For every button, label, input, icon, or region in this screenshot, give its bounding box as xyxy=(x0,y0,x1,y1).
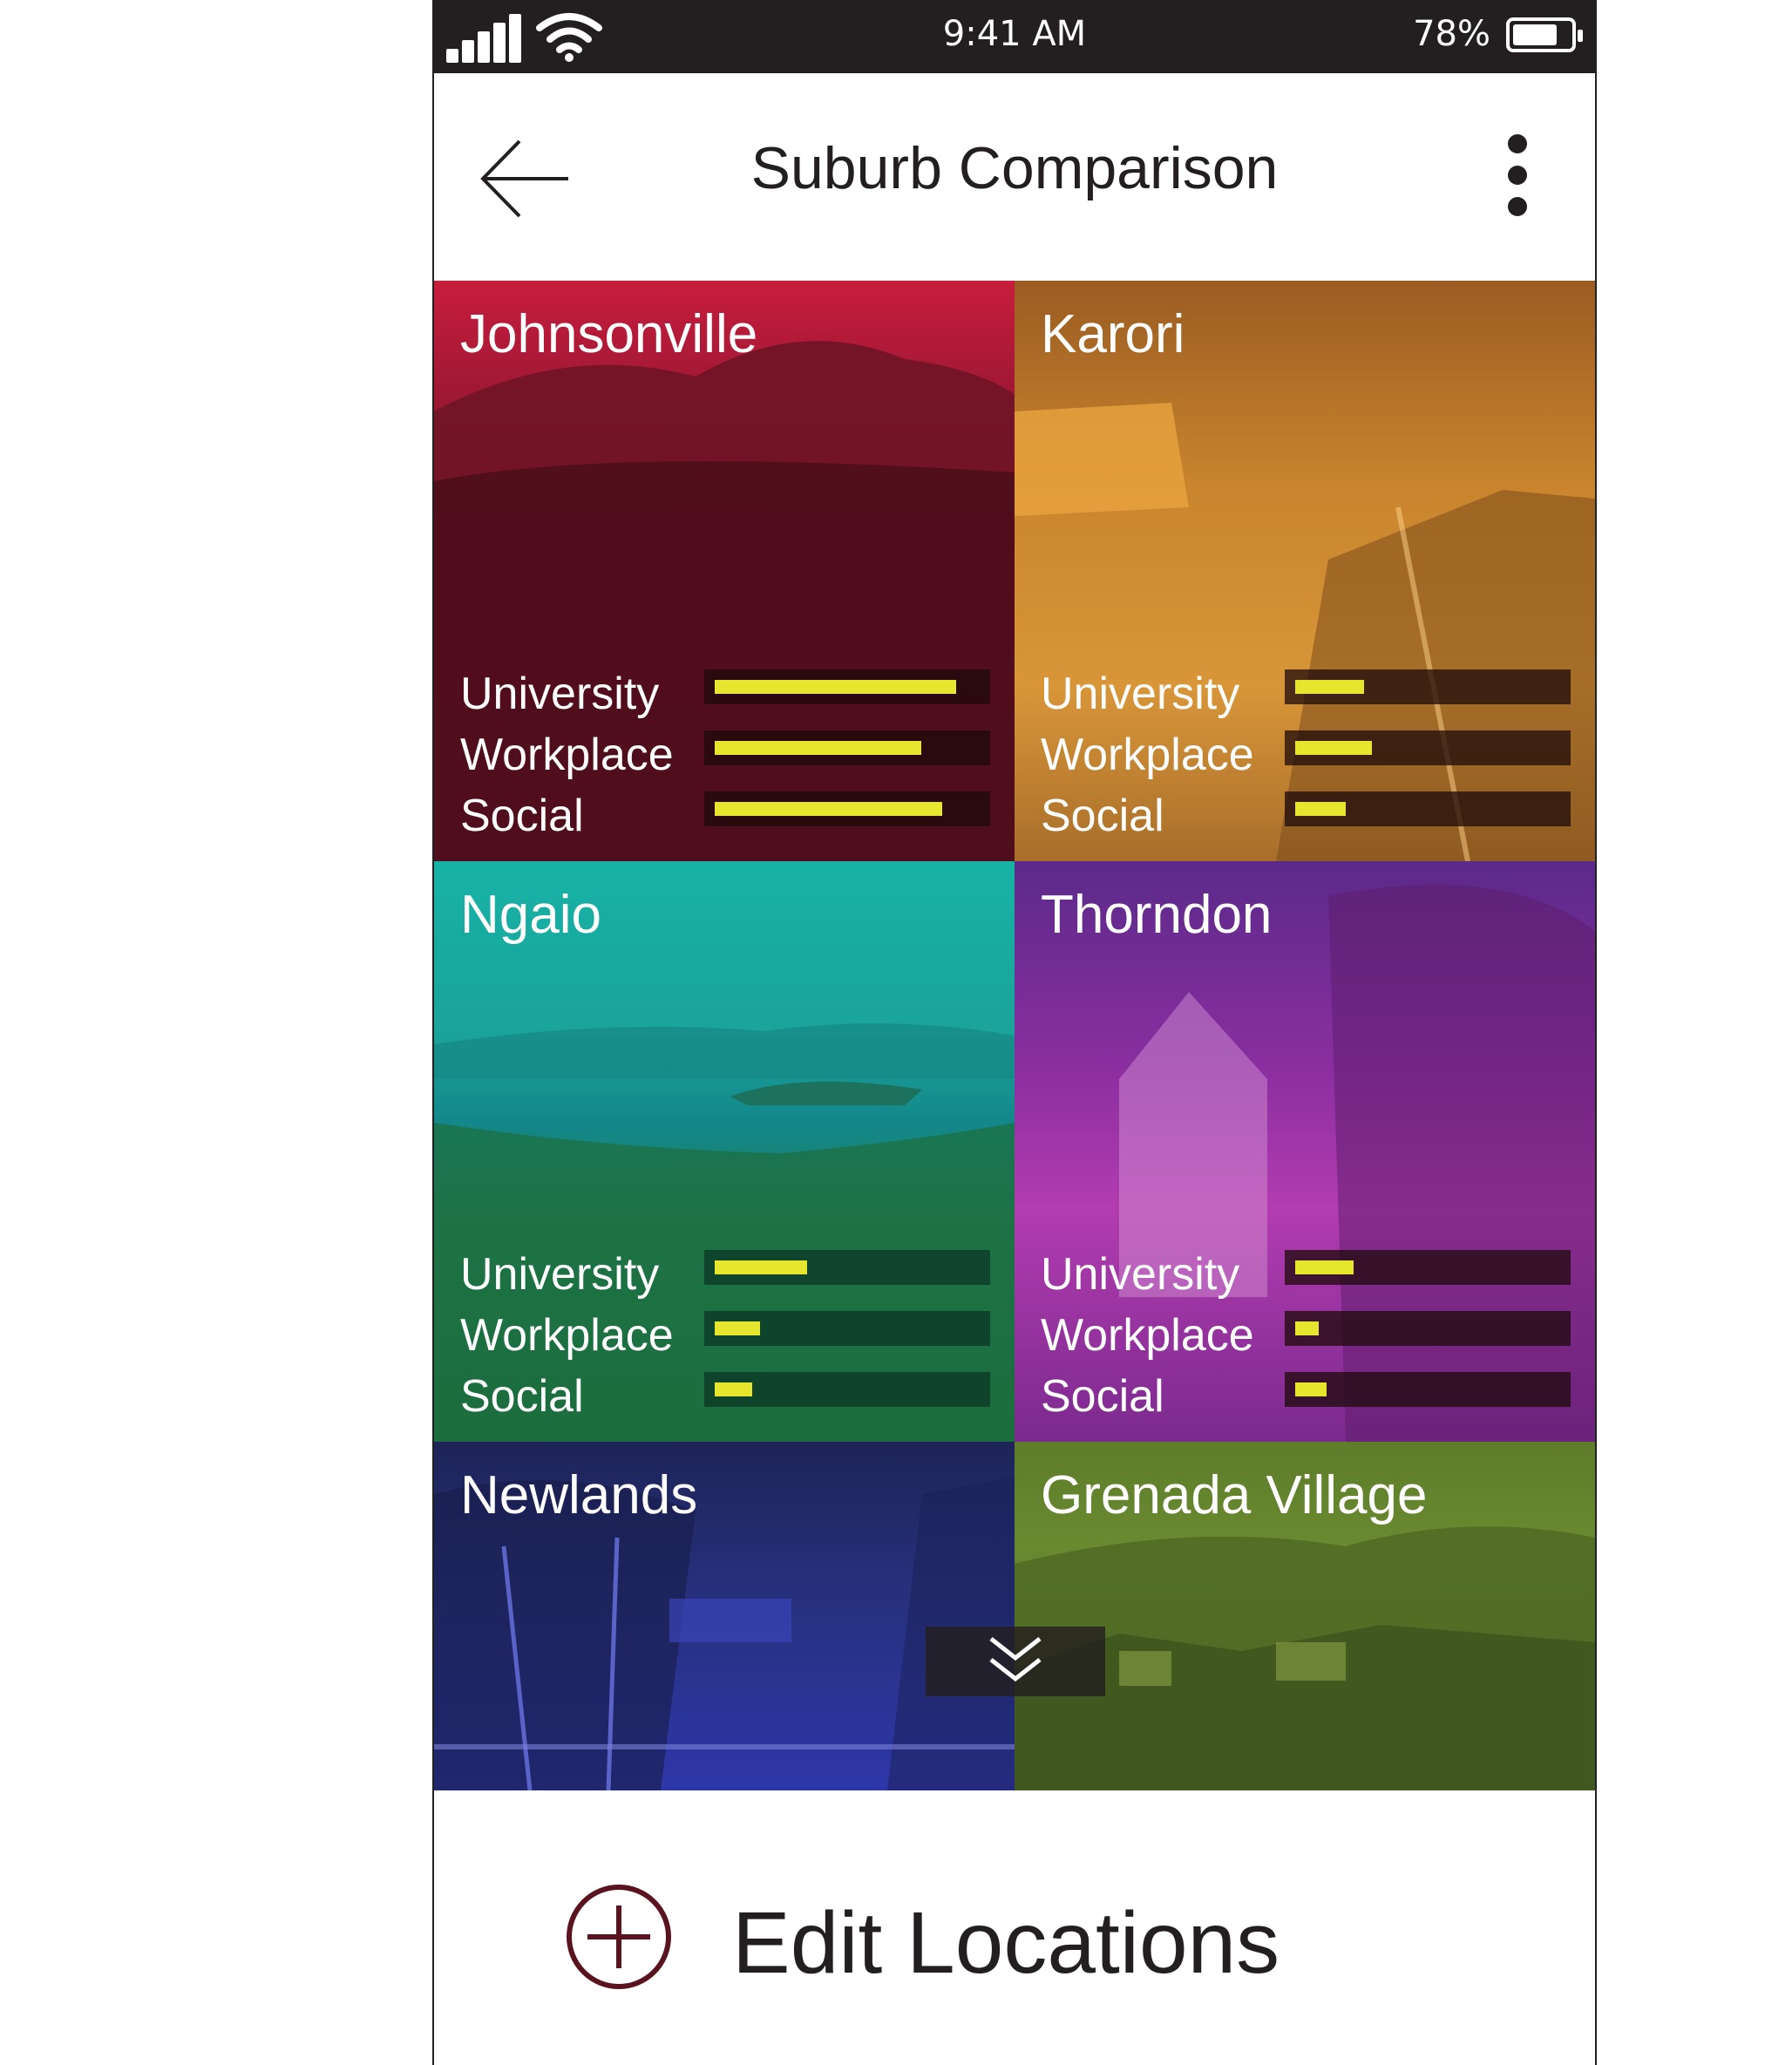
metric-bar xyxy=(715,680,956,694)
double-chevron-down-icon xyxy=(989,1637,1042,1682)
suburb-card-thorndon[interactable]: Thorndon University Workplace Social xyxy=(1015,861,1595,1442)
metric-social: Social xyxy=(460,785,990,846)
status-bar: 9:41 AM 78% xyxy=(434,0,1595,73)
metric-track xyxy=(1285,1372,1571,1407)
metric-bar xyxy=(715,802,942,816)
metric-bar xyxy=(1295,1321,1319,1335)
metric-social: Social xyxy=(1041,785,1571,846)
footer: Edit Locations xyxy=(434,1790,1595,2065)
suburb-card-karori[interactable]: Karori University Workplace Social xyxy=(1015,281,1595,861)
metric-bar xyxy=(715,1260,807,1274)
page-title: Suburb Comparison xyxy=(750,135,1279,201)
metric-label: University xyxy=(460,1249,660,1300)
app-header: Suburb Comparison xyxy=(434,73,1595,281)
metric-university: University xyxy=(1041,662,1571,723)
suburb-name: Newlands xyxy=(460,1465,698,1525)
metric-workplace: Workplace xyxy=(460,1304,990,1365)
suburb-card-grenada-village[interactable]: Grenada Village xyxy=(1015,1442,1595,1790)
metric-label: Social xyxy=(1041,1371,1164,1422)
metric-label: Workplace xyxy=(460,1310,674,1361)
metric-bar xyxy=(1295,802,1346,816)
suburb-card-newlands[interactable]: Newlands xyxy=(434,1442,1015,1790)
suburb-name: Karori xyxy=(1041,304,1185,364)
metric-bar xyxy=(715,1321,760,1335)
metric-bar xyxy=(715,741,921,755)
metric-bar xyxy=(1295,1382,1327,1396)
metric-track xyxy=(704,1250,990,1285)
metric-workplace: Workplace xyxy=(1041,723,1571,785)
metric-label: Social xyxy=(460,1371,584,1422)
metric-track xyxy=(704,1311,990,1346)
metric-track xyxy=(704,1372,990,1407)
metric-label: Workplace xyxy=(460,730,674,780)
metric-social: Social xyxy=(460,1365,990,1426)
suburb-grid: Johnsonville University Workplace Social xyxy=(434,281,1595,1790)
metrics: University Workplace Social xyxy=(1041,1243,1571,1426)
metric-track xyxy=(1285,1250,1571,1285)
metric-label: University xyxy=(460,669,660,719)
metric-university: University xyxy=(460,662,990,723)
metric-bar xyxy=(1295,1260,1354,1274)
suburb-card-johnsonville[interactable]: Johnsonville University Workplace Social xyxy=(434,281,1015,861)
plus-circle-icon xyxy=(567,1885,671,1989)
suburb-name: Thorndon xyxy=(1041,885,1273,945)
more-vertical-icon[interactable] xyxy=(1499,134,1534,221)
metric-label: Social xyxy=(1041,791,1164,841)
metric-social: Social xyxy=(1041,1365,1571,1426)
metric-track xyxy=(1285,730,1571,765)
edit-locations-button[interactable]: Edit Locations xyxy=(565,1878,1349,2000)
suburb-name: Ngaio xyxy=(460,885,601,945)
battery-percentage: 78% xyxy=(1413,14,1490,54)
metrics: University Workplace Social xyxy=(460,662,990,846)
suburb-card-ngaio[interactable]: Ngaio University Workplace Social xyxy=(434,861,1015,1442)
metric-label: Workplace xyxy=(1041,730,1254,780)
metric-label: University xyxy=(1041,669,1240,719)
metric-university: University xyxy=(1041,1243,1571,1304)
metrics: University Workplace Social xyxy=(460,1243,990,1426)
metric-bar xyxy=(715,1382,752,1396)
metric-track xyxy=(1285,669,1571,704)
metrics: University Workplace Social xyxy=(1041,662,1571,846)
metric-label: Workplace xyxy=(1041,1310,1254,1361)
metric-bar xyxy=(1295,741,1372,755)
edit-locations-label: Edit Locations xyxy=(732,1894,1280,1992)
metric-label: Social xyxy=(460,791,584,841)
metric-workplace: Workplace xyxy=(460,723,990,785)
metric-track xyxy=(704,669,990,704)
battery-icon xyxy=(1506,17,1583,52)
metric-track xyxy=(1285,1311,1571,1346)
metric-track xyxy=(704,730,990,765)
phone-screen: 9:41 AM 78% Suburb Comparison Johnsonvil… xyxy=(432,0,1597,2065)
scroll-down-button[interactable] xyxy=(926,1627,1105,1696)
metric-university: University xyxy=(460,1243,990,1304)
metric-workplace: Workplace xyxy=(1041,1304,1571,1365)
metric-bar xyxy=(1295,680,1364,694)
metric-label: University xyxy=(1041,1249,1240,1300)
suburb-name: Grenada Village xyxy=(1041,1465,1428,1525)
metric-track xyxy=(1285,791,1571,826)
metric-track xyxy=(704,791,990,826)
suburb-name: Johnsonville xyxy=(460,304,758,364)
